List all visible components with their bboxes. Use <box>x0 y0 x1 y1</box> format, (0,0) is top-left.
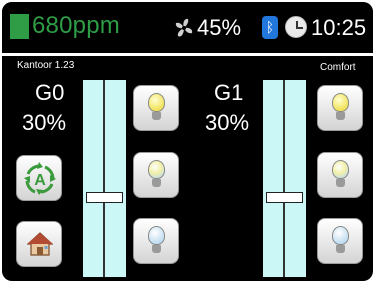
status-bar: 680ppm 45% ᛒ 10:25 <box>2 2 373 52</box>
bulb-dim-icon <box>332 160 349 190</box>
bulb-on-icon <box>148 93 165 123</box>
bulb-off-icon <box>332 226 349 256</box>
group-g1-bulb-off-button[interactable] <box>317 218 363 264</box>
group-g0-level: 30% <box>22 110 67 135</box>
group-g0-bulb-on-button[interactable] <box>133 85 179 131</box>
auto-mode-button[interactable]: A <box>16 155 62 201</box>
fan-icon <box>175 18 193 37</box>
clock-icon <box>285 16 307 38</box>
bluetooth-icon: ᛒ <box>262 16 278 39</box>
thermostat-screen: 680ppm 45% ᛒ 10:25 Kantoor 1.23 Comfort … <box>2 2 373 281</box>
svg-text:A: A <box>34 172 46 189</box>
group-g0-slider[interactable] <box>83 80 126 277</box>
bulb-dim-icon <box>148 160 165 190</box>
group-g0-bulb-dim-button[interactable] <box>133 152 179 198</box>
slider-thumb[interactable] <box>86 192 123 203</box>
bulb-on-icon <box>332 93 349 123</box>
home-icon <box>27 232 53 256</box>
bulb-off-icon <box>148 226 165 256</box>
co2-indicator-icon <box>10 14 29 39</box>
group-g0-label: G0 <box>35 80 65 105</box>
group-g1-slider[interactable] <box>263 80 306 277</box>
time-readout: 10:25 <box>311 15 367 40</box>
auto-mode-icon: A <box>24 162 56 195</box>
group-g1-level: 30% <box>205 110 250 135</box>
mode-label: Comfort <box>320 62 356 73</box>
room-name: Kantoor 1.23 <box>17 60 75 71</box>
slider-thumb[interactable] <box>266 192 303 203</box>
home-button[interactable] <box>16 221 62 267</box>
group-g0-bulb-off-button[interactable] <box>133 218 179 264</box>
humidity-readout: 45% <box>197 15 242 40</box>
header-divider <box>2 53 373 56</box>
group-g1-bulb-dim-button[interactable] <box>317 152 363 198</box>
group-g1-bulb-on-button[interactable] <box>317 85 363 131</box>
slider-track <box>103 80 105 277</box>
group-g1-label: G1 <box>214 80 244 105</box>
slider-track <box>283 80 285 277</box>
co2-readout: 680ppm <box>32 12 120 39</box>
